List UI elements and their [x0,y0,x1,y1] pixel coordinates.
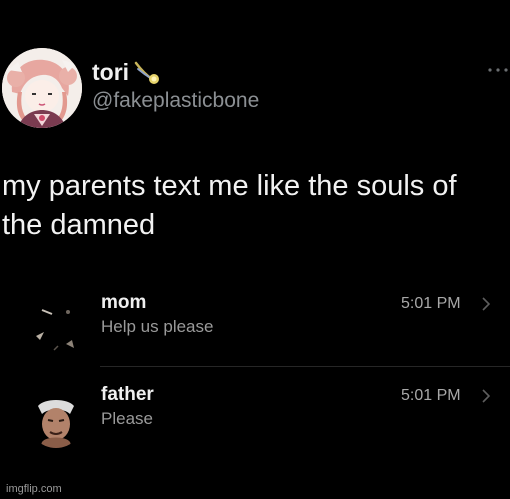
message-time: 5:01 PM [401,387,461,404]
message-preview: Help us please [101,317,214,336]
comet-emoji-icon [134,61,159,84]
chevron-right-icon [482,297,490,311]
message-thread-mom[interactable]: mom Help us please 5:01 PM [0,292,510,372]
message-thread-father[interactable]: father Please 5:01 PM [0,384,510,464]
message-preview: Please [101,409,153,428]
tweet-card: tori @fakeplasticbone my parents text me… [0,0,510,499]
chevron-right-icon [482,389,490,403]
message-time: 5:01 PM [401,295,461,312]
more-options-icon[interactable] [487,66,509,74]
dark-hands-avatar-icon [28,300,84,356]
contact-name: father [101,384,154,405]
watermark: imgflip.com [6,483,62,495]
thread-divider [100,366,510,367]
demon-face-avatar-icon [28,392,84,448]
contact-name: mom [101,292,147,313]
tweet-text: my parents text me like the souls of the… [2,170,457,241]
profile-avatar[interactable] [2,48,82,128]
display-name[interactable]: tori [92,59,129,85]
anime-avatar-icon [2,48,82,128]
user-handle[interactable]: @fakeplasticbone [92,89,259,113]
